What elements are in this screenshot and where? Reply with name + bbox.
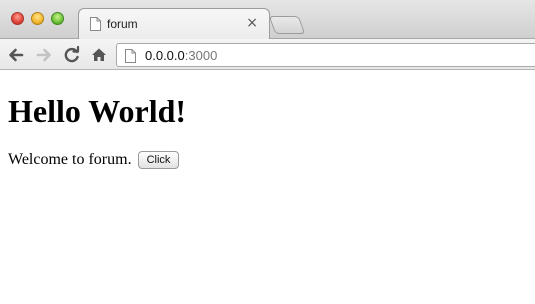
- reload-icon: [64, 45, 80, 63]
- page-icon: [90, 17, 101, 31]
- welcome-paragraph: Welcome to forum. Click: [8, 151, 180, 169]
- tab-strip: forum ×: [0, 0, 535, 39]
- page-content: Hello World! Welcome to forum. Click: [0, 71, 535, 304]
- forward-button[interactable]: [34, 45, 54, 65]
- toolbar: 0.0.0.0:3000: [0, 39, 535, 70]
- reload-button[interactable]: [62, 45, 82, 65]
- tab-title: forum: [107, 17, 138, 31]
- home-icon: [92, 48, 106, 61]
- minimize-window-button[interactable]: [31, 12, 44, 25]
- url-text[interactable]: 0.0.0.0:3000: [145, 48, 217, 63]
- browser-window: forum × 0.0.0.0:3000 Hello World! Welcom…: [0, 0, 535, 304]
- back-arrow-icon: [9, 48, 24, 62]
- address-bar[interactable]: 0.0.0.0:3000: [116, 43, 535, 67]
- click-button[interactable]: Click: [137, 151, 180, 169]
- close-window-button[interactable]: [11, 12, 24, 25]
- close-tab-icon[interactable]: ×: [246, 15, 258, 31]
- home-button[interactable]: [89, 45, 109, 65]
- back-button[interactable]: [6, 45, 26, 65]
- new-tab-button[interactable]: [268, 16, 306, 34]
- forward-arrow-icon: [36, 48, 51, 62]
- url-host: 0.0.0.0: [145, 48, 185, 63]
- page-icon: [125, 49, 136, 63]
- page-heading: Hello World!: [8, 93, 187, 129]
- zoom-window-button[interactable]: [51, 12, 64, 25]
- tab-forum[interactable]: forum ×: [78, 8, 270, 39]
- welcome-text: Welcome to forum.: [8, 151, 132, 168]
- url-port: :3000: [184, 48, 218, 63]
